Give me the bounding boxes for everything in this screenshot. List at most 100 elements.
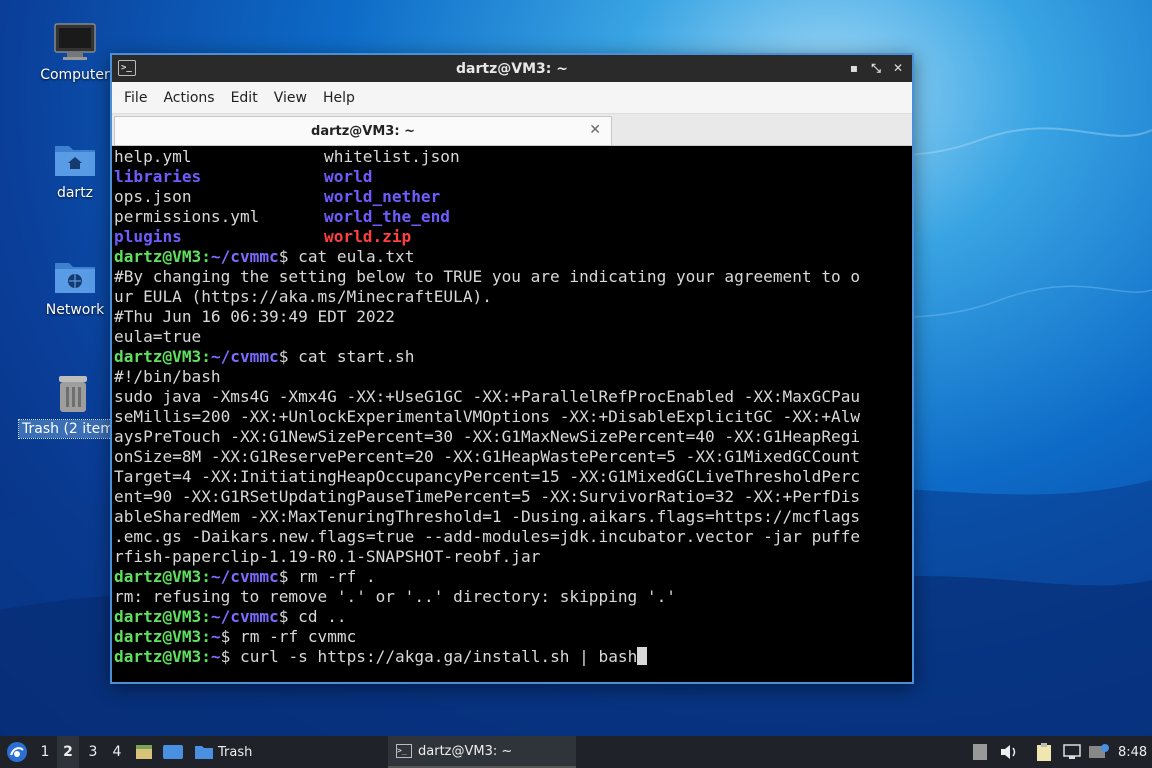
workspace-3[interactable]: 3 [82, 736, 104, 768]
command-text: cat eula.txt [288, 247, 415, 266]
prompt-user-host: dartz@VM3 [114, 247, 202, 266]
ls-entry: world_the_end [324, 207, 450, 226]
terminal-line: help.yml whitelist.json [114, 147, 910, 167]
output-text: ableSharedMem -XX:MaxTenuringThreshold=1… [114, 507, 861, 526]
terminal-line: aysPreTouch -XX:G1NewSizePercent=30 -XX:… [114, 427, 910, 447]
taskbar-trash-label: Trash [218, 744, 253, 760]
output-text: #!/bin/bash [114, 367, 221, 386]
command-text: cat start.sh [288, 347, 415, 366]
terminal-line: dartz@VM3:~/cvmmc$ rm -rf . [114, 567, 910, 587]
workspace-4[interactable]: 4 [106, 736, 128, 768]
computer-icon [54, 23, 96, 60]
terminal-line: permissions.yml world_the_end [114, 207, 910, 227]
menu-edit[interactable]: Edit [223, 90, 266, 106]
terminal-line: rm: refusing to remove '.' or '..' direc… [114, 587, 910, 607]
show-desktop-icon [163, 745, 183, 759]
ls-entry: world [324, 167, 373, 186]
prompt-symbol: $ [220, 627, 231, 646]
output-text: ur EULA (https://aka.ms/MinecraftEULA). [114, 287, 492, 306]
terminal-line: dartz@VM3:~/cvmmc$ cd .. [114, 607, 910, 627]
quicklaunch-desktop[interactable] [162, 736, 184, 768]
taskbar-terminal-button[interactable]: >_ dartz@VM3: ~ [388, 736, 576, 768]
trash-icon [59, 376, 87, 412]
window-titlebar[interactable]: >_ dartz@VM3: ~ ▪ ⤡ ✕ [112, 55, 912, 82]
prompt-symbol: $ [278, 567, 289, 586]
menu-view[interactable]: View [266, 90, 315, 106]
prompt-user-host: dartz@VM3 [114, 607, 202, 626]
terminal-app-icon: >_ [118, 60, 136, 76]
minimize-button[interactable]: ▪ [846, 59, 862, 77]
desktop-icon-label: Network [45, 302, 105, 318]
desktop-icon-trash[interactable]: Trash (2 items) [15, 372, 115, 442]
home-folder-icon [55, 146, 95, 176]
prompt-path: ~/cvmmc [210, 347, 279, 366]
terminal-window[interactable]: >_ dartz@VM3: ~ ▪ ⤡ ✕ File Actions Edit … [110, 53, 914, 684]
output-text: ent=90 -XX:G1RSetUpdatingPauseTimePercen… [114, 487, 861, 506]
desktop-icon-label: dartz [56, 185, 94, 201]
command-text: rm -rf cvmmc [230, 627, 357, 646]
tray-clipboard[interactable] [1035, 736, 1053, 768]
terminal-task-icon: >_ [396, 744, 412, 758]
terminal-line: dartz@VM3:~$ rm -rf cvmmc [114, 627, 910, 647]
terminal-line: ur EULA (https://aka.ms/MinecraftEULA). [114, 287, 910, 307]
network-icon [1063, 744, 1081, 759]
prompt-path: ~/cvmmc [210, 567, 279, 586]
terminal-line: #Thu Jun 16 06:39:49 EDT 2022 [114, 307, 910, 327]
quicklaunch-files[interactable] [134, 736, 154, 768]
menu-bar: File Actions Edit View Help [112, 82, 912, 114]
terminal-line: ent=90 -XX:G1RSetUpdatingPauseTimePercen… [114, 487, 910, 507]
prompt-separator: : [201, 247, 211, 266]
prompt-symbol: $ [278, 607, 289, 626]
prompt-user-host: dartz@VM3 [114, 347, 202, 366]
menu-file[interactable]: File [116, 90, 155, 106]
terminal-tab[interactable]: dartz@VM3: ~ ✕ [114, 116, 612, 145]
command-text: cd .. [288, 607, 347, 626]
prompt-user-host: dartz@VM3 [114, 567, 202, 586]
app-menu-button[interactable] [4, 736, 30, 768]
output-text: eula=true [114, 327, 202, 346]
network-folder-icon [55, 263, 95, 293]
clipboard-icon [1037, 743, 1051, 761]
window-title: dartz@VM3: ~ [456, 60, 568, 77]
output-text: #By changing the setting below to TRUE y… [114, 267, 861, 286]
prompt-symbol: $ [278, 247, 289, 266]
ls-entry: world_nether [324, 187, 441, 206]
tab-label: dartz@VM3: ~ [311, 123, 415, 139]
ls-entry: libraries [114, 167, 202, 186]
prompt-user-host: dartz@VM3 [114, 627, 202, 646]
prompt-path: ~ [210, 627, 221, 646]
tray-updates[interactable] [1088, 736, 1110, 768]
workspace-2[interactable]: 2 [57, 736, 79, 768]
workspace-1[interactable]: 1 [34, 736, 56, 768]
terminal-line: onSize=8M -XX:G1ReservePercent=20 -XX:G1… [114, 447, 910, 467]
tray-volume[interactable] [999, 736, 1019, 768]
tray-network[interactable] [1062, 736, 1082, 768]
terminal-line: dartz@VM3:~/cvmmc$ cat eula.txt [114, 247, 910, 267]
menu-actions[interactable]: Actions [155, 90, 222, 106]
clock[interactable]: 8:48 [1118, 736, 1147, 768]
taskbar-trash[interactable]: Trash [194, 736, 252, 768]
maximize-button[interactable]: ⤡ [868, 59, 884, 77]
terminal-output[interactable]: help.yml whitelist.json libraries world ops.… [112, 146, 912, 682]
command-text: curl -s https://akga.ga/install.sh | bas… [230, 647, 638, 666]
terminal-line: #!/bin/bash [114, 367, 910, 387]
volume-icon [1001, 745, 1016, 759]
output-text: seMillis=200 -XX:+UnlockExperimentalVMOp… [114, 407, 861, 426]
tab-close-icon[interactable]: ✕ [589, 122, 601, 138]
tray-keyboard[interactable] [972, 736, 988, 768]
tab-bar: dartz@VM3: ~ ✕ [112, 114, 912, 146]
prompt-separator: : [201, 607, 211, 626]
prompt-separator: : [201, 627, 211, 646]
terminal-line: rfish-paperclip-1.19-R0.1-SNAPSHOT-reobf… [114, 547, 910, 567]
output-text: rfish-paperclip-1.19-R0.1-SNAPSHOT-reobf… [114, 547, 541, 566]
close-button[interactable]: ✕ [890, 59, 906, 77]
menu-help[interactable]: Help [315, 90, 363, 106]
terminal-line: ops.json world_nether [114, 187, 910, 207]
terminal-line: sudo java -Xms4G -Xmx4G -XX:+UseG1GC -XX… [114, 387, 910, 407]
terminal-line: ableSharedMem -XX:MaxTenuringThreshold=1… [114, 507, 910, 527]
terminal-line: #By changing the setting below to TRUE y… [114, 267, 910, 287]
terminal-line: libraries world [114, 167, 910, 187]
output-text: .emc.gs -Daikars.new.flags=true --add-mo… [114, 527, 861, 546]
update-notifier-icon [1089, 744, 1109, 758]
prompt-path: ~ [210, 647, 221, 666]
